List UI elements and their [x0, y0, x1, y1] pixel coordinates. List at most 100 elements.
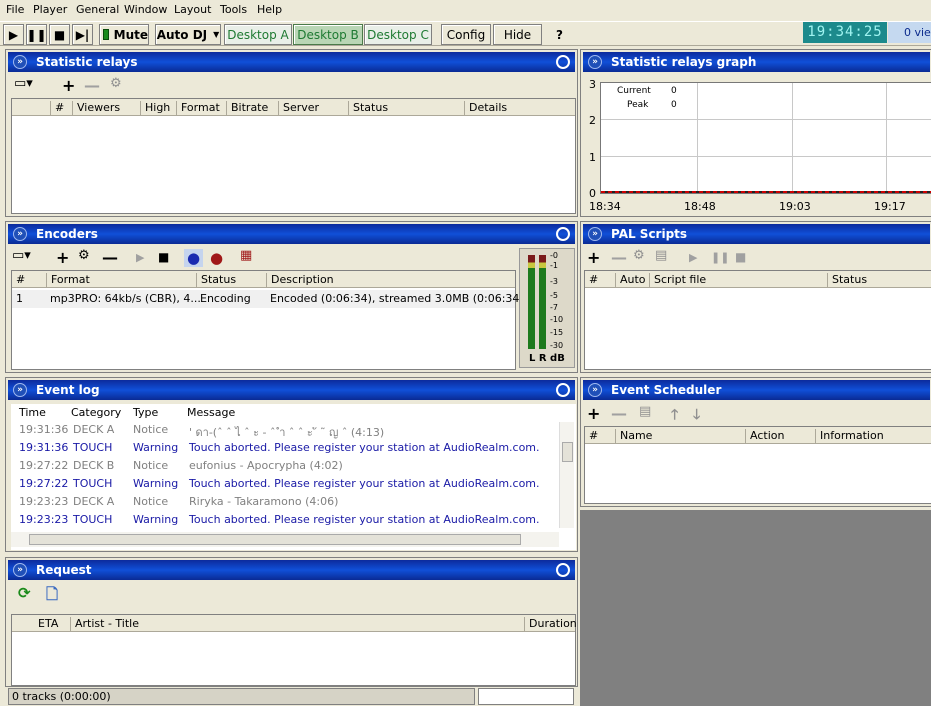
- add-icon[interactable]: +: [587, 248, 600, 267]
- remove-icon[interactable]: —: [84, 76, 100, 95]
- edit-icon[interactable]: ▤: [655, 248, 667, 263]
- autodj-dropdown[interactable]: Auto DJ ▼: [155, 24, 221, 45]
- panel-title: » Event Scheduler: [583, 380, 930, 400]
- col-viewers[interactable]: Viewers: [72, 101, 140, 116]
- table-row[interactable]: 1 mp3PRO: 64kb/s (CBR), 4... Encoding En…: [12, 290, 524, 308]
- vertical-scrollbar[interactable]: [559, 422, 574, 528]
- start-icon[interactable]: ▶: [136, 251, 144, 264]
- col-format[interactable]: Format: [176, 101, 226, 116]
- desktop-b-button[interactable]: Desktop B: [293, 24, 363, 45]
- scroll-thumb[interactable]: [29, 534, 521, 545]
- col-artist-title[interactable]: Artist - Title: [70, 617, 520, 632]
- view-menu-icon[interactable]: ▭▾: [14, 76, 33, 91]
- remove-icon[interactable]: —: [102, 248, 118, 267]
- next-button[interactable]: ▶|: [72, 24, 93, 45]
- col-script-file[interactable]: Script file: [649, 273, 827, 288]
- panel-menu-icon[interactable]: »: [588, 55, 602, 69]
- col-time[interactable]: Time: [15, 406, 46, 421]
- menu-layout[interactable]: Layout: [174, 3, 211, 16]
- col-server[interactable]: Server: [278, 101, 348, 116]
- menu-tools[interactable]: Tools: [220, 3, 247, 16]
- mute-button[interactable]: Mute: [99, 24, 149, 45]
- pause-icon[interactable]: ❚❚: [711, 251, 729, 264]
- panel-menu-icon[interactable]: »: [588, 227, 602, 241]
- move-up-icon[interactable]: 🡑: [671, 404, 678, 428]
- panel-menu-icon[interactable]: »: [13, 55, 27, 69]
- col-duration[interactable]: Duration: [524, 617, 577, 632]
- panel-menu-icon[interactable]: »: [13, 563, 27, 577]
- settings-icon[interactable]: ⚙: [633, 248, 645, 263]
- col-num[interactable]: #: [585, 429, 615, 444]
- add-icon[interactable]: +: [62, 76, 75, 95]
- log-row[interactable]: 19:27:22 DECK B Notice eufonius - Apocrypha…: [11, 457, 576, 475]
- record-red-icon[interactable]: ●: [210, 249, 223, 267]
- stop-icon[interactable]: ■: [735, 250, 746, 264]
- log-row[interactable]: 19:23:23 DECK A Notice Riryka - Takaramono …: [11, 493, 576, 511]
- add-icon[interactable]: +: [56, 248, 69, 267]
- request-table: ETA Artist - Title Duration: [11, 614, 577, 686]
- col-num[interactable]: #: [12, 273, 46, 288]
- horizontal-scrollbar[interactable]: [11, 532, 559, 547]
- col-status[interactable]: Status: [827, 273, 931, 288]
- col-high[interactable]: High: [140, 101, 176, 116]
- col-message[interactable]: Message: [183, 406, 235, 421]
- col-num[interactable]: #: [585, 273, 615, 288]
- undock-icon[interactable]: [556, 55, 570, 69]
- col-description[interactable]: Description: [266, 273, 516, 288]
- scroll-thumb[interactable]: [562, 442, 573, 462]
- col-type[interactable]: Type: [129, 406, 158, 421]
- stop-icon[interactable]: ■: [158, 250, 169, 264]
- panel-menu-icon[interactable]: »: [13, 227, 27, 241]
- settings-icon[interactable]: ⚙: [110, 76, 122, 91]
- menu-file[interactable]: File: [6, 3, 24, 16]
- log-row[interactable]: 19:27:22 TOUCH Warning Touch aborted. Pleas…: [11, 475, 576, 493]
- relays-header: # Viewers High Format Bitrate Server Sta…: [12, 99, 575, 116]
- undock-icon[interactable]: [556, 383, 570, 397]
- log-row[interactable]: 19:31:36 TOUCH Warning Touch aborted. Pleas…: [11, 439, 576, 457]
- move-down-icon[interactable]: 🡓: [693, 404, 700, 428]
- record-blue-icon[interactable]: ●: [184, 249, 204, 267]
- undock-icon[interactable]: [556, 563, 570, 577]
- col-details[interactable]: Details: [464, 101, 574, 116]
- menu-general[interactable]: General: [76, 3, 119, 16]
- help-button[interactable]: ?: [548, 24, 571, 45]
- add-icon[interactable]: +: [587, 404, 600, 423]
- play-button[interactable]: ▶: [3, 24, 24, 45]
- document-icon[interactable]: 🗋: [46, 584, 58, 609]
- undock-icon[interactable]: [556, 227, 570, 241]
- col-num[interactable]: #: [50, 101, 72, 116]
- col-action[interactable]: Action: [745, 429, 815, 444]
- desktop-a-button[interactable]: Desktop A: [224, 24, 292, 45]
- hide-button[interactable]: Hide: [493, 24, 542, 45]
- settings-icon[interactable]: ⚙: [78, 248, 90, 263]
- panel-menu-icon[interactable]: »: [588, 383, 602, 397]
- menu-window[interactable]: Window: [124, 3, 167, 16]
- config-button[interactable]: Config: [441, 24, 491, 45]
- request-toolbar: ⟳ 🗋: [8, 581, 575, 607]
- remove-icon[interactable]: —: [611, 404, 627, 423]
- col-format[interactable]: Format: [46, 273, 196, 288]
- edit-icon[interactable]: ▤: [639, 404, 651, 419]
- col-information[interactable]: Information: [815, 429, 931, 444]
- schedule-icon[interactable]: ▦: [240, 248, 252, 263]
- log-row[interactable]: 19:23:23 TOUCH Warning Touch aborted. Pleas…: [11, 511, 576, 529]
- col-status[interactable]: Status: [196, 273, 266, 288]
- remove-icon[interactable]: —: [611, 248, 627, 267]
- desktop-c-button[interactable]: Desktop C: [364, 24, 432, 45]
- col-category[interactable]: Category: [67, 406, 121, 421]
- menu-help[interactable]: Help: [257, 3, 282, 16]
- event-log-header: Time Category Type Message: [11, 404, 576, 421]
- refresh-icon[interactable]: ⟳: [18, 584, 31, 602]
- col-eta[interactable]: ETA: [34, 617, 74, 632]
- col-auto[interactable]: Auto: [615, 273, 649, 288]
- panel-menu-icon[interactable]: »: [13, 383, 27, 397]
- col-status[interactable]: Status: [348, 101, 464, 116]
- col-bitrate[interactable]: Bitrate: [226, 101, 278, 116]
- log-row[interactable]: 19:31:36 DECK A Notice ' ดา-(ˆ ˆ ไ ˆ ะ - ˆ …: [11, 421, 576, 439]
- menu-player[interactable]: Player: [33, 3, 67, 16]
- view-menu-icon[interactable]: ▭▾: [12, 248, 31, 263]
- col-name[interactable]: Name: [615, 429, 745, 444]
- stop-button[interactable]: ■: [49, 24, 70, 45]
- pause-button[interactable]: ❚❚: [26, 24, 47, 45]
- start-icon[interactable]: ▶: [689, 251, 697, 264]
